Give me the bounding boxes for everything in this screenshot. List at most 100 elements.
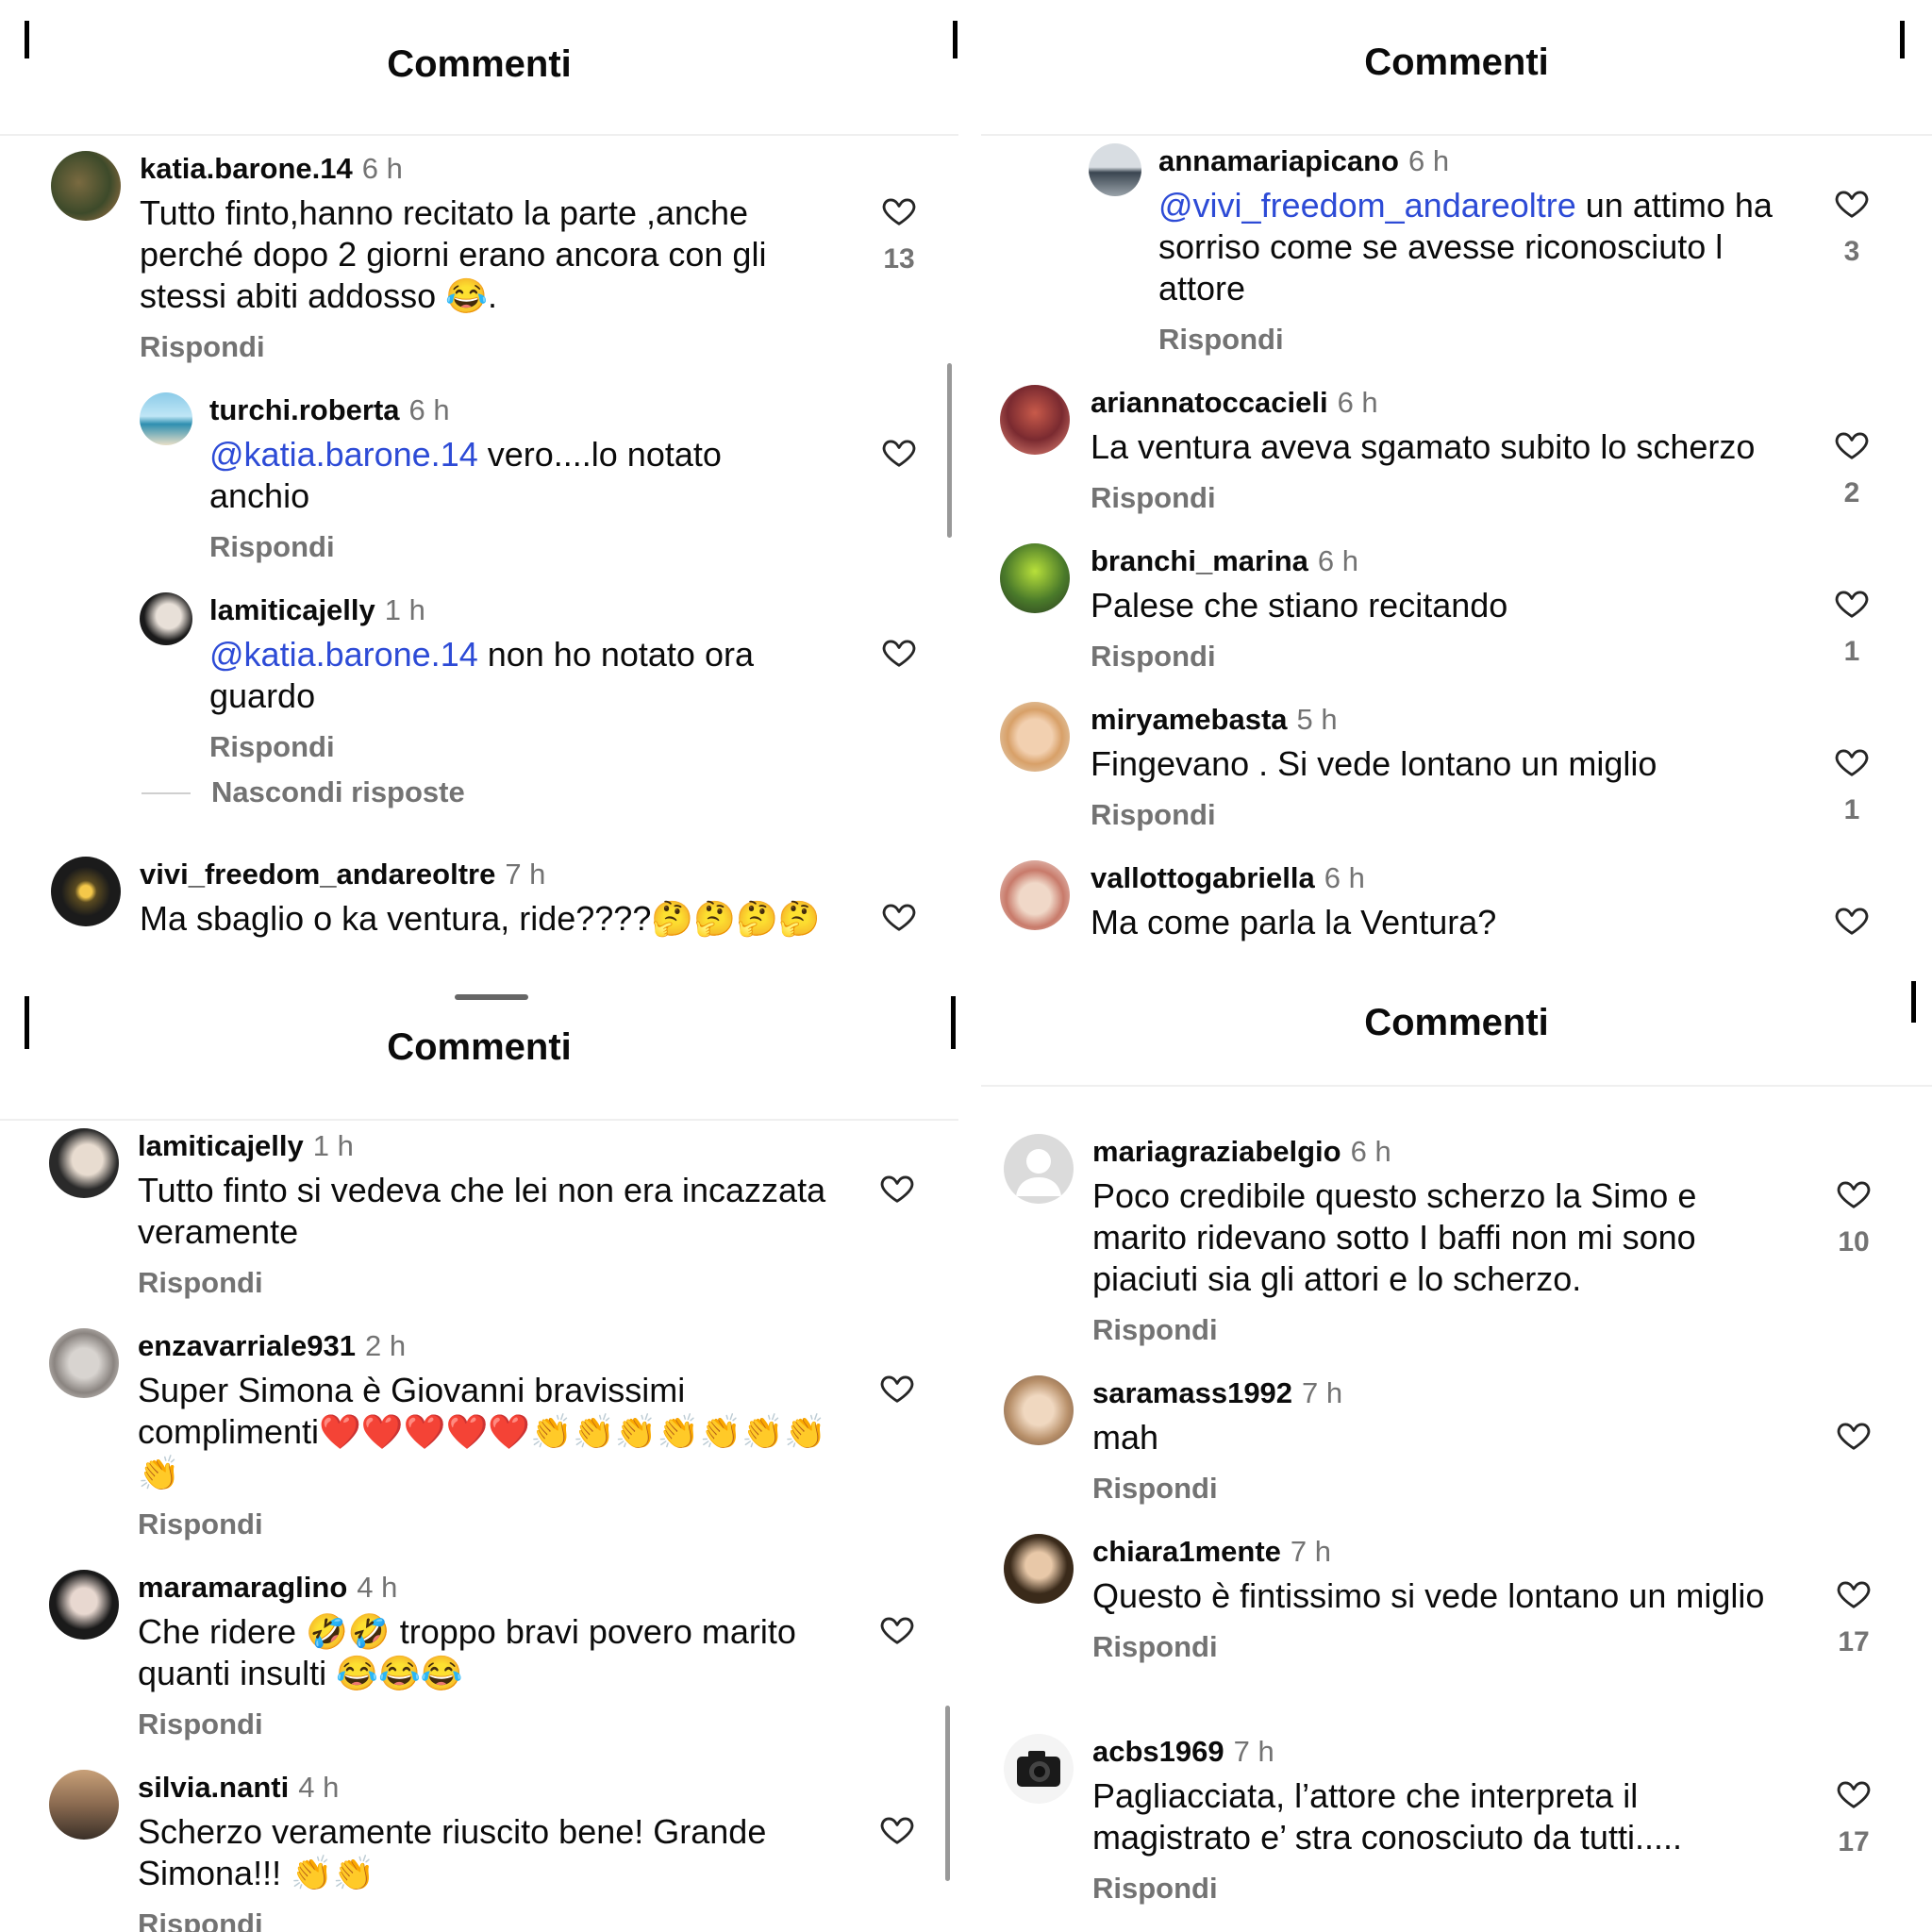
- timestamp: 2 h: [364, 1329, 407, 1362]
- reply-button[interactable]: Rispondi: [209, 530, 826, 564]
- reply-button[interactable]: Rispondi: [140, 330, 826, 364]
- reply-button[interactable]: Rispondi: [1091, 640, 1800, 674]
- reply-button[interactable]: Rispondi: [1092, 1313, 1800, 1347]
- heart-icon[interactable]: [1836, 1575, 1872, 1611]
- username[interactable]: miryamebasta: [1091, 703, 1288, 736]
- reply-button[interactable]: Rispondi: [138, 1907, 826, 1932]
- avatar[interactable]: [49, 1770, 119, 1840]
- timestamp: 6 h: [408, 393, 450, 426]
- heart-icon[interactable]: [879, 1611, 915, 1647]
- comment-text: Fingevano . Si vede lontano un miglio: [1091, 744, 1657, 783]
- avatar[interactable]: [1000, 543, 1070, 613]
- username[interactable]: enzavarriale931: [138, 1329, 356, 1362]
- heart-icon[interactable]: [1836, 1775, 1872, 1811]
- comment-text: Questo è fintissimo si vede lontano un m…: [1092, 1576, 1765, 1615]
- comment-text: Super Simona è Giovanni bravissimi compl…: [138, 1371, 826, 1492]
- comments-header: Commenti: [0, 981, 958, 1121]
- comments-header: Commenti: [0, 0, 958, 136]
- reply-button[interactable]: Rispondi: [1092, 1630, 1800, 1664]
- username[interactable]: chiara1mente: [1092, 1535, 1281, 1568]
- avatar[interactable]: [1004, 1134, 1074, 1204]
- avatar[interactable]: [51, 151, 121, 221]
- scrollbar[interactable]: [945, 1706, 950, 1881]
- like-count: 3: [1843, 236, 1860, 267]
- reply-button[interactable]: Rispondi: [1092, 1472, 1800, 1506]
- avatar[interactable]: [51, 857, 121, 926]
- avatar[interactable]: [49, 1328, 119, 1398]
- heart-icon[interactable]: [879, 1170, 915, 1206]
- scrollbar[interactable]: [947, 363, 952, 538]
- heart-icon[interactable]: [881, 634, 917, 670]
- timestamp: 4 h: [357, 1571, 398, 1604]
- default-avatar-icon: [1016, 1149, 1061, 1196]
- like-count: 2: [1843, 477, 1860, 508]
- username[interactable]: acbs1969: [1092, 1735, 1224, 1768]
- avatar[interactable]: [1004, 1375, 1074, 1445]
- heart-icon[interactable]: [1834, 743, 1870, 779]
- username[interactable]: turchi.roberta: [209, 393, 400, 426]
- username[interactable]: lamiticajelly: [138, 1129, 304, 1162]
- like-count: 17: [1838, 1826, 1870, 1857]
- reply-button[interactable]: Rispondi: [1091, 798, 1800, 832]
- avatar[interactable]: [49, 1570, 119, 1640]
- panel-title: Commenti: [1364, 1002, 1549, 1043]
- reply-button[interactable]: Rispondi: [138, 1266, 826, 1300]
- heart-icon[interactable]: [881, 434, 917, 470]
- avatar[interactable]: [1000, 385, 1070, 455]
- timestamp: 6 h: [1317, 544, 1358, 577]
- heart-icon[interactable]: [879, 1811, 915, 1847]
- reply-button[interactable]: Rispondi: [138, 1507, 826, 1541]
- username[interactable]: lamiticajelly: [209, 593, 375, 626]
- heart-icon[interactable]: [881, 898, 917, 934]
- reply-button[interactable]: Rispondi: [1092, 1872, 1800, 1906]
- avatar[interactable]: [1089, 143, 1141, 196]
- heart-icon[interactable]: [879, 1370, 915, 1406]
- username[interactable]: annamariapicano: [1158, 144, 1399, 177]
- username[interactable]: vivi_freedom_andareoltre: [140, 858, 495, 891]
- username[interactable]: maramaraglino: [138, 1571, 347, 1604]
- heart-icon[interactable]: [1834, 902, 1870, 938]
- mention-link[interactable]: @vivi_freedom_andareoltre: [1158, 186, 1576, 225]
- username[interactable]: branchi_marina: [1091, 544, 1308, 577]
- comment-text: Palese che stiano recitando: [1091, 586, 1508, 625]
- username[interactable]: katia.barone.14: [140, 152, 353, 185]
- reply-button[interactable]: Rispondi: [138, 1707, 826, 1741]
- username[interactable]: silvia.nanti: [138, 1771, 289, 1804]
- comments-panel-2: Commenti annamariapicano 6 h @vivi_freedo…: [981, 0, 1932, 958]
- timestamp: 7 h: [1290, 1535, 1331, 1568]
- panel-title: Commenti: [1364, 42, 1549, 83]
- heart-icon[interactable]: [1836, 1175, 1872, 1211]
- heart-icon[interactable]: [1834, 426, 1870, 462]
- mention-link[interactable]: @katia.barone.14: [209, 635, 478, 674]
- heart-icon[interactable]: [1836, 1417, 1872, 1453]
- comment-text: Tutto finto si vedeva che lei non era in…: [138, 1171, 826, 1251]
- timestamp: 1 h: [384, 593, 425, 626]
- drag-handle[interactable]: [455, 994, 528, 1000]
- username[interactable]: vallottogabriella: [1091, 861, 1315, 894]
- avatar[interactable]: [1004, 1734, 1074, 1804]
- username[interactable]: mariagraziabelgio: [1092, 1135, 1341, 1168]
- heart-icon[interactable]: [881, 192, 917, 228]
- heart-icon[interactable]: [1834, 585, 1870, 621]
- like-count: 1: [1843, 636, 1860, 667]
- heart-icon[interactable]: [1834, 185, 1870, 221]
- timestamp: 1 h: [312, 1129, 354, 1162]
- reply-button[interactable]: Rispondi: [1091, 481, 1800, 515]
- avatar[interactable]: [1000, 702, 1070, 772]
- timestamp: 4 h: [298, 1771, 340, 1804]
- comment-text: mah: [1092, 1418, 1159, 1457]
- comment-text: La ventura aveva sgamato subito lo scher…: [1091, 427, 1756, 466]
- timestamp: 5 h: [1296, 703, 1338, 736]
- reply-button[interactable]: Rispondi: [209, 730, 826, 764]
- timestamp: 6 h: [1407, 144, 1450, 177]
- hide-replies-button[interactable]: Nascondi risposte: [211, 775, 465, 809]
- username[interactable]: ariannatoccacieli: [1091, 386, 1328, 419]
- avatar[interactable]: [1000, 860, 1070, 930]
- avatar[interactable]: [49, 1128, 119, 1198]
- avatar[interactable]: [140, 592, 192, 645]
- username[interactable]: saramass1992: [1092, 1376, 1292, 1409]
- avatar[interactable]: [1004, 1534, 1074, 1604]
- avatar[interactable]: [140, 392, 192, 445]
- reply-button[interactable]: Rispondi: [1158, 323, 1800, 357]
- mention-link[interactable]: @katia.barone.14: [209, 435, 478, 474]
